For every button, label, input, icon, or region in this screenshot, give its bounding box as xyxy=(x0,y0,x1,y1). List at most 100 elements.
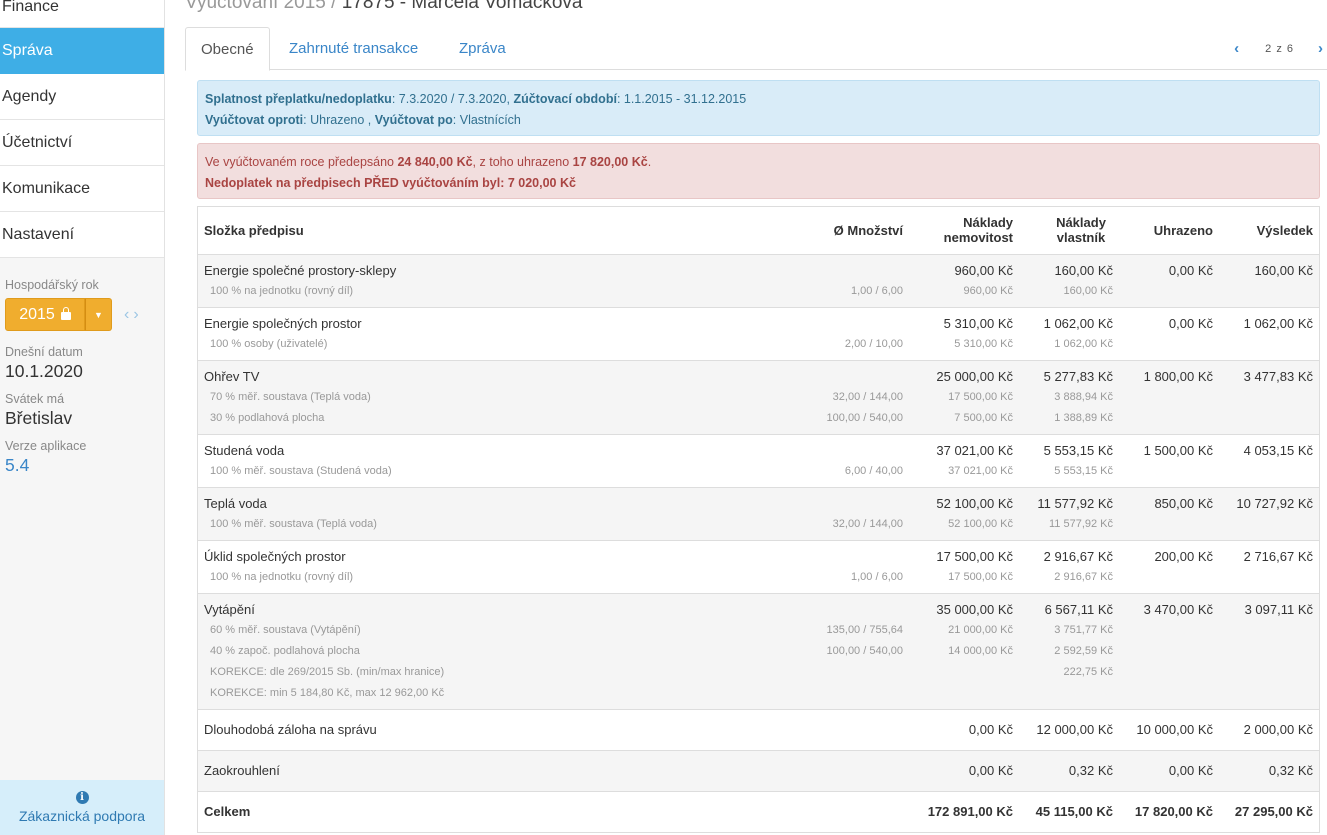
tab-zprava[interactable]: Zpráva xyxy=(444,27,521,70)
cell-paid: 17 820,00 Kč xyxy=(1134,804,1213,820)
cell-item: Ohřev TV 70 % měř. soustava (Teplá voda) 3… xyxy=(198,360,799,435)
cell-cost-owner: 160,00 Kč 160,00 Kč xyxy=(1019,254,1119,308)
cell-item: Dlouhodobá záloha na správu xyxy=(198,709,799,751)
row-sub-value: 32,00 / 144,00 xyxy=(832,517,903,530)
cell-paid: 0,00 Kč xyxy=(1119,750,1219,792)
customer-support-label: Zákaznická podpora xyxy=(18,808,146,824)
row-sub-value xyxy=(1225,281,1313,302)
row-sub-value xyxy=(1125,620,1213,641)
chevron-right-icon[interactable]: › xyxy=(133,306,142,323)
fiscal-year-button[interactable]: 2015 xyxy=(5,298,85,331)
sidebar-item-ucetnictvi[interactable]: Účetnictví xyxy=(0,120,164,166)
alert-value: : Uhrazeno , xyxy=(303,113,375,127)
row-main-value xyxy=(805,260,903,281)
page-title: Vyúčtování 2015 / 17875 - Marcela Vomáčk… xyxy=(185,0,582,14)
row-main-value: 0,00 Kč xyxy=(968,722,1013,737)
cell-qty xyxy=(799,791,909,832)
header-line: vlastník xyxy=(1056,230,1106,246)
sidebar-item-nastaveni[interactable]: Nastavení xyxy=(0,212,164,258)
fiscal-year-dropdown-toggle[interactable]: ▼ xyxy=(85,298,112,331)
row-sub-value xyxy=(1225,641,1313,662)
row-sub-value: 11 577,92 Kč xyxy=(1048,517,1113,530)
row-sub-value xyxy=(805,662,903,683)
tab-obecne[interactable]: Obecné xyxy=(185,27,270,71)
col-header-cost-property: Náklady nemovitost xyxy=(909,207,1019,255)
version-link[interactable]: 5.4 xyxy=(5,455,159,476)
alert-amount: 17 820,00 Kč xyxy=(572,155,648,169)
row-main-value xyxy=(805,546,903,567)
pager-text: 2 z 6 xyxy=(1265,42,1294,55)
tab-zahrnute-transakce[interactable]: Zahrnuté transakce xyxy=(274,27,433,70)
alert-text: . xyxy=(647,155,652,169)
nameday-value: Břetislav xyxy=(5,408,73,428)
cell-cost-property: 35 000,00 Kč 21 000,00 Kč 14 000,00 Kč xyxy=(909,593,1019,710)
info-alert: Splatnost přeplatku/nedoplatku: 7.3.2020… xyxy=(197,80,1320,136)
tab-bar: Obecné Zahrnuté transakce Zpráva ‹ 2 z 6… xyxy=(185,27,1327,71)
sidebar-item-komunikace[interactable]: Komunikace xyxy=(0,166,164,212)
table-row: Vytápění 60 % měř. soustava (Vytápění) 40 … xyxy=(198,593,1319,710)
row-sub-value: 1 388,89 Kč xyxy=(1054,411,1113,424)
cell-cost-owner: 12 000,00 Kč xyxy=(1019,709,1119,751)
row-main-value: 12 000,00 Kč xyxy=(1036,722,1113,737)
row-sub-value: 100 % měř. soustava (Studená voda) xyxy=(210,464,392,477)
cell-qty: 1,00 / 6,00 xyxy=(799,540,909,594)
sidebar-item-label: Komunikace xyxy=(2,180,91,197)
col-header-result: Výsledek xyxy=(1219,207,1319,255)
row-sub-value xyxy=(805,683,903,704)
row-sub-value xyxy=(1225,461,1313,482)
col-header-qty: Ø Množství xyxy=(799,207,909,255)
row-main-value: 35 000,00 Kč xyxy=(936,601,1013,617)
cell-cost-owner: 5 553,15 Kč 5 553,15 Kč xyxy=(1019,434,1119,488)
row-main-value: 0,00 Kč xyxy=(968,763,1013,778)
sidebar-item-agendy[interactable]: Agendy xyxy=(0,74,164,120)
customer-support-button[interactable]: i Zákaznická podpora xyxy=(0,780,164,835)
sidebar-item-sprava[interactable]: Správa xyxy=(0,28,164,74)
row-main-value: 160,00 Kč xyxy=(1054,262,1113,278)
row-sub-value xyxy=(1025,683,1113,704)
row-main-value: Zaokrouhlení xyxy=(204,763,280,778)
cell-paid: 850,00 Kč xyxy=(1119,487,1219,541)
row-sub-value xyxy=(1225,408,1313,429)
danger-alert: Ve vyúčtovaném roce předepsáno 24 840,00… xyxy=(197,143,1320,199)
row-sub-value: 100 % na jednotku (rovný díl) xyxy=(210,570,354,583)
row-sub-value: 100 % měř. soustava (Teplá voda) xyxy=(210,517,377,530)
today-label: Dnešní datum xyxy=(5,345,83,359)
chevron-left-icon[interactable]: ‹ xyxy=(1230,40,1243,57)
alert-label: Splatnost přeplatku/nedoplatku xyxy=(205,92,392,106)
row-main-value: 10 727,92 Kč xyxy=(1236,495,1313,511)
cell-result: 10 727,92 Kč xyxy=(1219,487,1319,541)
row-main-value xyxy=(805,440,903,461)
row-sub-value xyxy=(1225,567,1313,588)
chevron-right-icon[interactable]: › xyxy=(1314,40,1327,57)
row-main-value: 160,00 Kč xyxy=(1254,262,1313,278)
row-sub-value: 17 500,00 Kč xyxy=(948,570,1013,583)
row-main-value: 1 062,00 Kč xyxy=(1243,315,1313,331)
row-main-value: 200,00 Kč xyxy=(1154,548,1213,564)
cell-cost-owner: 0,32 Kč xyxy=(1019,750,1119,792)
row-sub-value xyxy=(1225,620,1313,641)
sidebar-info: Hospodářský rok 2015 ▼ ‹› Dnešní datum 1… xyxy=(0,258,164,476)
cell-cost-owner: 2 916,67 Kč 2 916,67 Kč xyxy=(1019,540,1119,594)
cell-paid: 1 500,00 Kč xyxy=(1119,434,1219,488)
row-sub-value xyxy=(1125,387,1213,408)
header-line: Náklady xyxy=(963,215,1013,231)
row-sub-value: KOREKCE: min 5 184,80 Kč, max 12 962,00 … xyxy=(210,686,445,699)
cell-result: 160,00 Kč xyxy=(1219,254,1319,308)
row-main-value xyxy=(805,313,903,334)
row-sub-value: 32,00 / 144,00 xyxy=(832,390,903,403)
danger-alert-line-2: Nedoplatek na předpisech PŘED vyúčtování… xyxy=(205,173,1312,194)
row-main-value xyxy=(805,719,903,740)
fiscal-year-selector: 2015 ▼ ‹› xyxy=(5,298,159,331)
alert-value: : Vlastnících xyxy=(452,113,521,127)
tab-label: Zahrnuté transakce xyxy=(289,40,419,57)
sidebar-item-finance[interactable]: Finance xyxy=(0,0,164,28)
row-main-value: Studená voda xyxy=(204,442,285,458)
danger-alert-line-1: Ve vyúčtovaném roce předepsáno 24 840,00… xyxy=(205,152,1312,173)
info-icon: i xyxy=(75,791,89,804)
cell-cost-owner: 45 115,00 Kč xyxy=(1035,804,1113,820)
row-main-value xyxy=(805,493,903,514)
table-row: Zaokrouhlení 0,00 Kč 0,32 Kč 0,00 Kč 0,32 Kč xyxy=(198,750,1319,792)
sidebar-item-label: Účetnictví xyxy=(2,134,73,151)
cell-cost-property: 37 021,00 Kč 37 021,00 Kč xyxy=(909,434,1019,488)
chevron-left-icon[interactable]: ‹ xyxy=(124,306,133,323)
